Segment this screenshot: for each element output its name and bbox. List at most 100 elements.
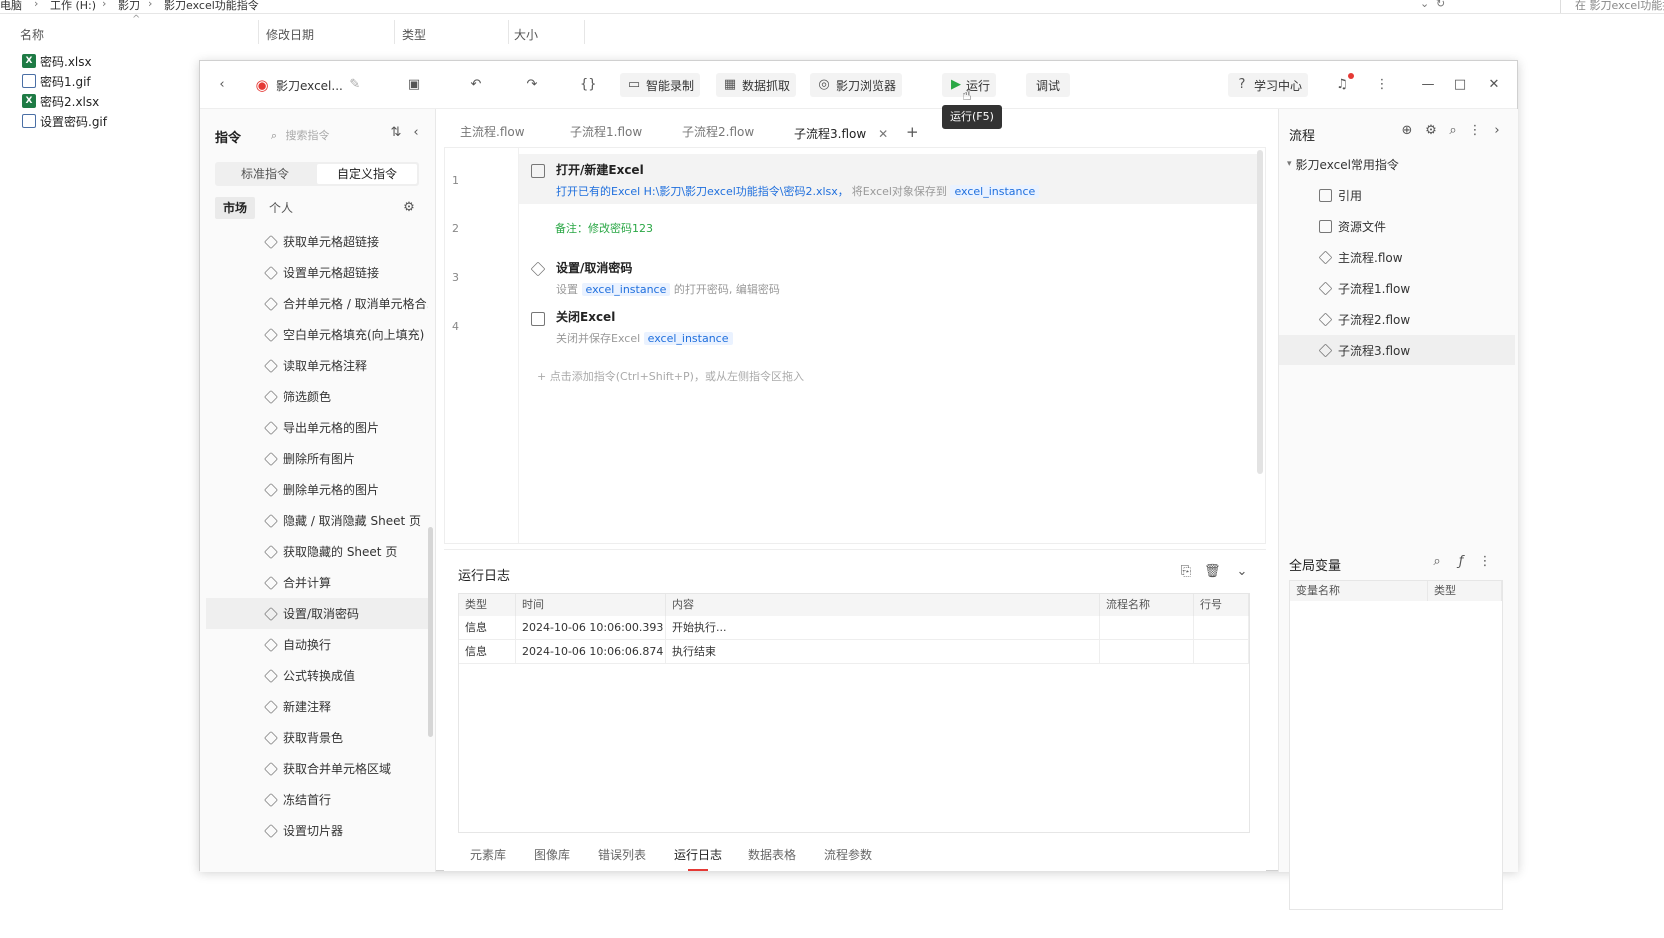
learning-center-button[interactable]: ? 学习中心 xyxy=(1228,73,1309,97)
column-date[interactable]: 修改日期 xyxy=(266,26,314,43)
yingdao-browser-button[interactable]: ◎ 影刀浏览器 xyxy=(810,73,903,97)
tab-main-flow[interactable]: 主流程.flow xyxy=(446,119,539,145)
column-type[interactable]: 类型 xyxy=(402,26,426,43)
file-item[interactable]: X 密码2.xlsx xyxy=(22,92,99,110)
command-item[interactable]: 合并单元格 / 取消单元格合... xyxy=(206,288,428,319)
file-item[interactable]: 设置密码.gif xyxy=(22,112,107,130)
close-tab-icon[interactable]: ✕ xyxy=(878,121,888,147)
more-vertical-icon[interactable]: ⋮ xyxy=(1477,554,1493,570)
command-item[interactable]: 导出单元格的图片 xyxy=(206,412,428,443)
command-item[interactable]: 设置单元格超链接 xyxy=(206,257,428,288)
personal-tab[interactable]: 个人 xyxy=(261,197,301,219)
minimize-button[interactable]: — xyxy=(1414,73,1442,97)
tree-item-reference[interactable]: 引用 xyxy=(1279,180,1515,210)
tab-subflow-3[interactable]: 子流程3.flow ✕ xyxy=(780,119,897,147)
tab-error-list[interactable]: 错误列表 xyxy=(598,843,646,867)
notification-button[interactable]: ♫ xyxy=(1328,73,1356,97)
debug-button[interactable]: 调试 xyxy=(1026,73,1071,97)
command-item[interactable]: 获取合并单元格区域 xyxy=(206,753,428,784)
step-note[interactable]: 备注：修改密码123 xyxy=(555,220,653,236)
step-close-excel[interactable]: 关闭Excel 关闭并保存Excel excel_instance xyxy=(556,308,733,346)
gear-icon[interactable]: ⚙ xyxy=(401,200,417,216)
data-scrape-button[interactable]: ▦ 数据抓取 xyxy=(716,73,797,97)
chevron-down-icon[interactable]: ⌄ xyxy=(1234,564,1250,580)
command-item[interactable]: 隐藏 / 取消隐藏 Sheet 页 xyxy=(206,505,428,536)
command-item[interactable]: 删除单元格的图片 xyxy=(206,474,428,505)
variables-button[interactable]: {} xyxy=(574,73,602,97)
variable-chip[interactable]: excel_instance xyxy=(581,283,671,296)
search-icon[interactable]: ⌕ xyxy=(1445,123,1461,139)
edit-pencil-icon[interactable]: ✎ xyxy=(347,77,363,93)
function-icon[interactable]: ƒ xyxy=(1453,554,1469,570)
tree-root[interactable]: ▾ 影刀excel常用指令 xyxy=(1279,149,1515,179)
column-name[interactable]: 名称 xyxy=(20,26,44,43)
breadcrumb-folder[interactable]: 影刀excel功能指令 xyxy=(164,0,259,13)
add-command-hint[interactable]: + 点击添加指令(Ctrl+Shift+P)，或从左侧指令区拖入 xyxy=(537,368,804,384)
command-item[interactable]: 自动换行 xyxy=(206,629,428,660)
tab-image-library[interactable]: 图像库 xyxy=(534,843,570,867)
undo-button[interactable]: ↶ xyxy=(462,73,490,97)
command-item[interactable]: 公式转换成值 xyxy=(206,660,428,691)
search-icon[interactable]: ⌕ xyxy=(1429,554,1445,570)
step-open-excel[interactable]: 打开/新建Excel 打开已有的Excel H:\影刀\影刀excel功能指令\… xyxy=(556,161,1040,199)
breadcrumb-drive[interactable]: 工作 (H:) xyxy=(50,0,96,13)
file-item[interactable]: 密码1.gif xyxy=(22,72,91,90)
export-log-icon[interactable]: ⎘ xyxy=(1178,564,1194,580)
command-search-input[interactable]: ⌕ 搜索指令 xyxy=(266,127,330,144)
variable-chip[interactable]: excel_instance xyxy=(950,185,1040,198)
command-item[interactable]: 冻结首行 xyxy=(206,784,428,815)
file-item[interactable]: X 密码.xlsx xyxy=(22,52,92,70)
custom-commands-tab[interactable]: 自定义指令 xyxy=(317,164,417,184)
chevron-right-icon[interactable]: › xyxy=(1489,123,1505,139)
redo-button[interactable]: ↷ xyxy=(518,73,546,97)
standard-commands-tab[interactable]: 标准指令 xyxy=(215,162,315,186)
refresh-icon[interactable]: ↻ xyxy=(1436,0,1445,10)
command-item[interactable]: 获取隐藏的 Sheet 页 xyxy=(206,536,428,567)
tab-element-library[interactable]: 元素库 xyxy=(470,843,506,867)
app-title[interactable]: ◉ 影刀excel... ✎ xyxy=(248,73,369,97)
command-list-scrollbar[interactable] xyxy=(428,527,433,737)
command-item[interactable]: 设置切片器 xyxy=(206,815,428,846)
settings-icon[interactable]: ⚙ xyxy=(1423,123,1439,139)
smart-record-button[interactable]: ▭ 智能录制 xyxy=(620,73,701,97)
breadcrumb-pc[interactable]: 电脑 xyxy=(0,0,22,13)
command-item[interactable]: 获取背景色 xyxy=(206,722,428,753)
command-item[interactable]: 筛选颜色 xyxy=(206,381,428,412)
back-button[interactable]: ‹ xyxy=(208,73,236,97)
tab-flow-params[interactable]: 流程参数 xyxy=(824,843,872,867)
explorer-address-bar[interactable]: 电脑 › 工作 (H:) › 影刀 › 影刀excel功能指令 ⌄ ↻ 在 影刀… xyxy=(0,0,1664,14)
tree-item-main-flow[interactable]: 主流程.flow xyxy=(1279,242,1515,272)
tree-item-subflow-3[interactable]: 子流程3.flow xyxy=(1279,335,1515,365)
command-item[interactable]: 新建注释 xyxy=(206,691,428,722)
column-size[interactable]: 大小 xyxy=(514,26,538,43)
tab-subflow-2[interactable]: 子流程2.flow xyxy=(668,119,768,145)
tab-data-table[interactable]: 数据表格 xyxy=(748,843,796,867)
explorer-search-input[interactable]: 在 影刀excel功能指 xyxy=(1560,0,1664,13)
sort-icon[interactable]: ⇅ xyxy=(388,125,404,141)
command-item[interactable]: 合并计算 xyxy=(206,567,428,598)
tree-item-subflow-1[interactable]: 子流程1.flow xyxy=(1279,273,1515,303)
add-flow-icon[interactable]: ⊕ xyxy=(1399,123,1415,139)
maximize-button[interactable]: □ xyxy=(1446,73,1474,97)
tab-run-log[interactable]: 运行日志 xyxy=(674,843,722,871)
more-menu-button[interactable]: ⋮ xyxy=(1368,73,1396,97)
more-vertical-icon[interactable]: ⋮ xyxy=(1467,123,1483,139)
save-button[interactable]: ▣ xyxy=(400,73,428,97)
step-set-password[interactable]: 设置/取消密码 设置 excel_instance 的打开密码, 编辑密码 xyxy=(556,259,780,297)
tab-subflow-1[interactable]: 子流程1.flow xyxy=(556,119,656,145)
close-button[interactable]: ✕ xyxy=(1480,73,1508,97)
chevron-down-icon[interactable]: ⌄ xyxy=(1420,0,1429,10)
market-tab[interactable]: 市场 xyxy=(215,197,256,219)
breadcrumb-yingdao[interactable]: 影刀 xyxy=(118,0,140,13)
add-tab-button[interactable]: + xyxy=(892,119,933,145)
command-item[interactable]: 删除所有图片 xyxy=(206,443,428,474)
command-item[interactable]: 空白单元格填充(向上填充) xyxy=(206,319,428,350)
variable-chip[interactable]: excel_instance xyxy=(643,332,733,345)
tree-item-resources[interactable]: 资源文件 xyxy=(1279,211,1515,241)
tree-item-subflow-2[interactable]: 子流程2.flow xyxy=(1279,304,1515,334)
command-item[interactable]: 获取单元格超链接 xyxy=(206,226,428,257)
editor-scrollbar[interactable] xyxy=(1257,150,1263,474)
command-item-selected[interactable]: 设置/取消密码 xyxy=(206,598,428,629)
collapse-panel-icon[interactable]: ‹ xyxy=(408,125,424,141)
trash-icon[interactable]: 🗑 xyxy=(1204,564,1221,580)
